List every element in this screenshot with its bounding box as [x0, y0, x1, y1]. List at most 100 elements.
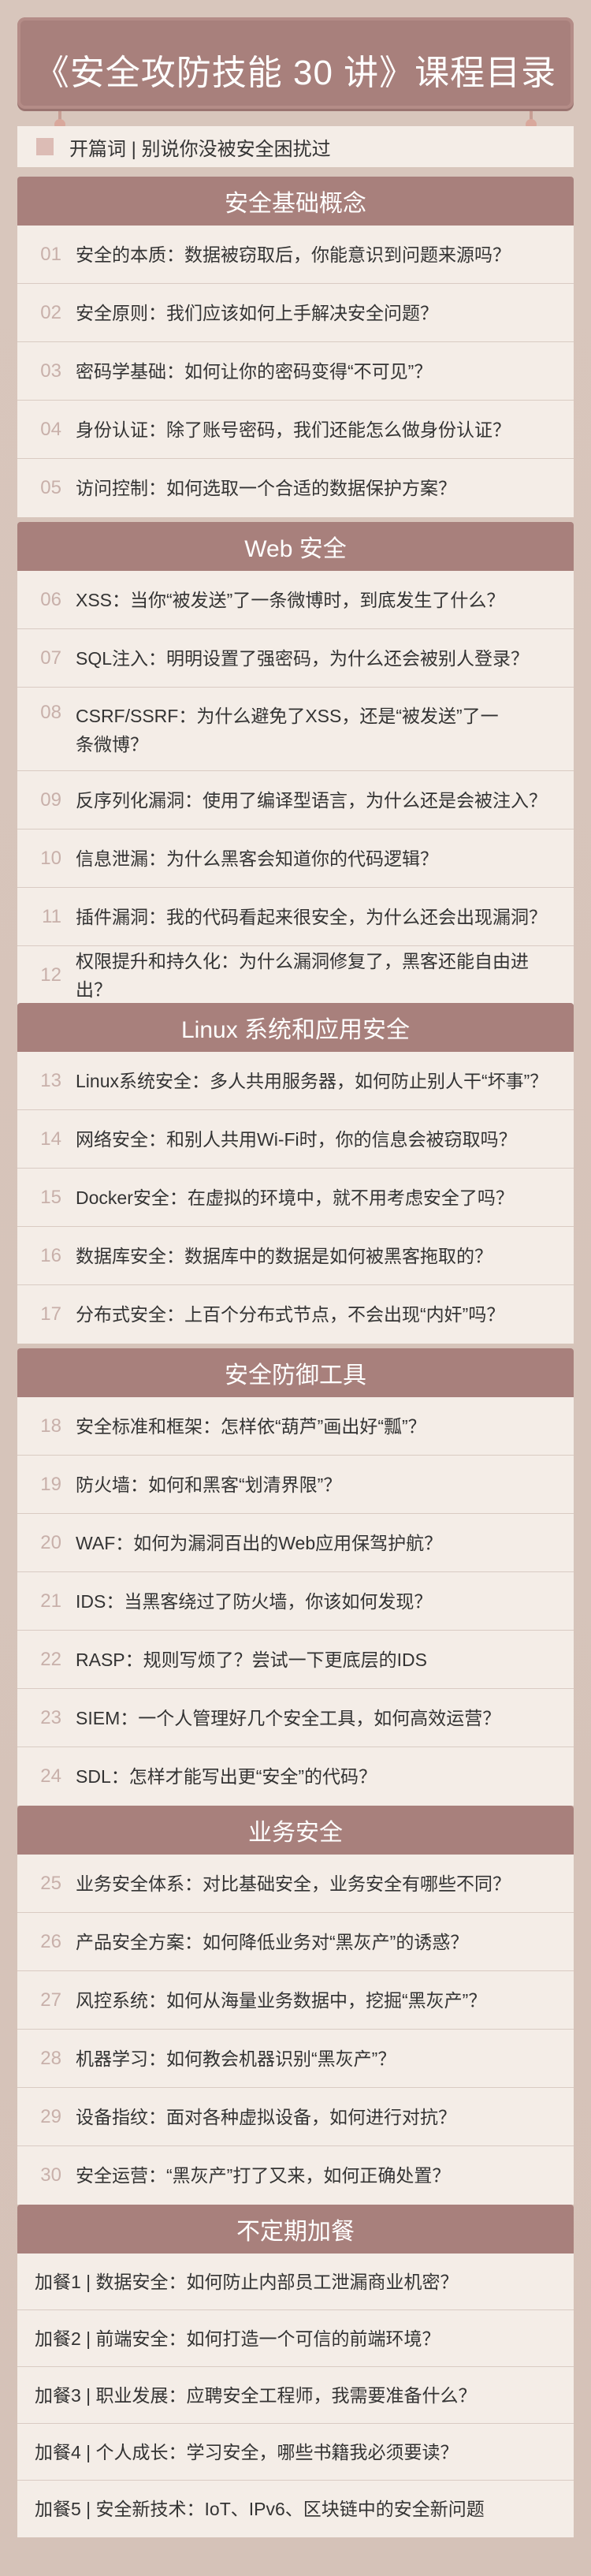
- section-title: 安全基础概念: [17, 177, 574, 226]
- lesson-number: 11: [42, 905, 61, 927]
- lesson-item[interactable]: 04 身份认证：除了账号密码，我们还能怎么做身份认证？: [17, 401, 574, 459]
- preface-text: 开篇词 | 别说你没被安全困扰过: [69, 138, 331, 160]
- lesson-item[interactable]: 03 密码学基础：如何让你的密码变得“不可见”？: [17, 342, 574, 401]
- lesson-item[interactable]: 19 防火墙：如何和黑客“划清界限”？: [17, 1456, 574, 1514]
- bonus-title: 加餐3 | 职业发展：应聘安全工程师，我需要准备什么？: [35, 2384, 477, 2406]
- lesson-item[interactable]: 07 SQL注入：明明设置了强密码，为什么还会被别人登录？: [17, 629, 574, 688]
- lesson-item[interactable]: 08 CSRF/SSRF：为什么避免了XSS，还是“被发送”了一条微博？: [17, 688, 574, 771]
- lesson-item[interactable]: 29 设备指纹：面对各种虚拟设备，如何进行对抗？: [17, 2088, 574, 2146]
- lesson-item[interactable]: 30 安全运营：“黑灰产”打了又来，如何正确处置？: [17, 2146, 574, 2205]
- section-title: 安全防御工具: [17, 1348, 574, 1397]
- lesson-number: 16: [40, 1244, 61, 1266]
- lesson-title: 插件漏洞：我的代码看起来很安全，为什么还会出现漏洞？: [76, 906, 547, 927]
- lesson-title: 机器学习：如何教会机器识别“黑灰产”？: [76, 2048, 396, 2069]
- lesson-title: 信息泄漏：为什么黑客会知道你的代码逻辑？: [76, 848, 438, 869]
- lesson-number: 17: [40, 1303, 61, 1325]
- course-title-banner: 《安全攻防技能 30 讲》课程目录: [17, 17, 574, 109]
- lesson-title: 安全运营：“黑灰产”打了又来，如何正确处置？: [76, 2165, 451, 2186]
- section-bonus-lessons: 不定期加餐 加餐1 | 数据安全：如何防止内部员工泄漏商业机密？ 加餐2 | 前…: [17, 2205, 574, 2537]
- bonus-title: 加餐5 | 安全新技术：IoT、IPv6、区块链中的安全新问题: [35, 2499, 485, 2519]
- lesson-title: XSS：当你“被发送”了一条微博时，到底发生了什么？: [76, 589, 505, 610]
- lesson-title: SDL：怎样才能写出更“安全”的代码？: [76, 1766, 377, 1787]
- section-title: 不定期加餐: [17, 2205, 574, 2254]
- lesson-number: 20: [40, 1531, 61, 1553]
- lesson-number: 27: [40, 1989, 61, 2011]
- lesson-item[interactable]: 16 数据库安全：数据库中的数据是如何被黑客拖取的？: [17, 1227, 574, 1285]
- lesson-item[interactable]: 25 业务安全体系：对比基础安全，业务安全有哪些不同？: [17, 1855, 574, 1913]
- lesson-item[interactable]: 10 信息泄漏：为什么黑客会知道你的代码逻辑？: [17, 829, 574, 888]
- section-web-security: Web 安全 06 XSS：当你“被发送”了一条微博时，到底发生了什么？ 07 SQ…: [17, 522, 574, 1005]
- lesson-title: 反序列化漏洞：使用了编译型语言，为什么还是会被注入？: [76, 789, 547, 811]
- lesson-item[interactable]: 17 分布式安全：上百个分布式节点，不会出现“内奸”吗？: [17, 1285, 574, 1344]
- lesson-number: 21: [40, 1590, 61, 1612]
- lesson-number: 30: [40, 2164, 61, 2186]
- lesson-title: Docker安全：在虚拟的环境中，就不用考虑安全了吗？: [76, 1187, 514, 1208]
- lesson-item[interactable]: 02 安全原则：我们应该如何上手解决安全问题？: [17, 284, 574, 342]
- section-linux-security: Linux 系统和应用安全 13 Linux系统安全：多人共用服务器，如何防止别人…: [17, 1003, 574, 1344]
- lesson-number: 24: [40, 1765, 61, 1787]
- lesson-item[interactable]: 12 权限提升和持久化：为什么漏洞修复了，黑客还能自由进出？: [17, 946, 574, 1005]
- lesson-item[interactable]: 13 Linux系统安全：多人共用服务器，如何防止别人干“坏事”？: [17, 1052, 574, 1110]
- preface-row[interactable]: 开篇词 | 别说你没被安全困扰过: [17, 126, 574, 167]
- course-title: 《安全攻防技能 30 讲》课程目录: [34, 54, 557, 92]
- lesson-item[interactable]: 15 Docker安全：在虚拟的环境中，就不用考虑安全了吗？: [17, 1169, 574, 1227]
- lesson-item[interactable]: 14 网络安全：和别人共用Wi-Fi时，你的信息会被窃取吗？: [17, 1110, 574, 1169]
- lesson-item[interactable]: 09 反序列化漏洞：使用了编译型语言，为什么还是会被注入？: [17, 771, 574, 829]
- bonus-item[interactable]: 加餐3 | 职业发展：应聘安全工程师，我需要准备什么？: [17, 2367, 574, 2424]
- lesson-number: 12: [40, 964, 61, 986]
- lesson-number: 18: [40, 1415, 61, 1437]
- bonus-item[interactable]: 加餐5 | 安全新技术：IoT、IPv6、区块链中的安全新问题: [17, 2481, 574, 2537]
- lesson-item[interactable]: 24 SDL：怎样才能写出更“安全”的代码？: [17, 1747, 574, 1806]
- section-title: Web 安全: [17, 522, 574, 571]
- lesson-title: SQL注入：明明设置了强密码，为什么还会被别人登录？: [76, 647, 530, 669]
- section-title: Linux 系统和应用安全: [17, 1003, 574, 1052]
- lesson-item[interactable]: 06 XSS：当你“被发送”了一条微博时，到底发生了什么？: [17, 571, 574, 629]
- lesson-number: 02: [40, 301, 61, 323]
- lesson-item[interactable]: 11 插件漏洞：我的代码看起来很安全，为什么还会出现漏洞？: [17, 888, 574, 946]
- lesson-item[interactable]: 05 访问控制：如何选取一个合适的数据保护方案？: [17, 459, 574, 517]
- lesson-item[interactable]: 01 安全的本质：数据被窃取后，你能意识到问题来源吗？: [17, 226, 574, 284]
- lesson-title: SIEM：一个人管理好几个安全工具，如何高效运营？: [76, 1707, 501, 1728]
- lesson-number: 26: [40, 1930, 61, 1952]
- lesson-number: 05: [40, 477, 61, 498]
- bonus-item[interactable]: 加餐4 | 个人成长：学习安全，哪些书籍我必须要读？: [17, 2424, 574, 2481]
- bonus-item[interactable]: 加餐1 | 数据安全：如何防止内部员工泄漏商业机密？: [17, 2254, 574, 2310]
- lesson-title: 分布式安全：上百个分布式节点，不会出现“内奸”吗？: [76, 1304, 505, 1325]
- lesson-title: 风控系统：如何从海量业务数据中，挖掘“黑灰产”？: [76, 1989, 487, 2011]
- lesson-title: 密码学基础：如何让你的密码变得“不可见”？: [76, 360, 433, 382]
- lesson-title: 安全的本质：数据被窃取后，你能意识到问题来源吗？: [76, 244, 511, 265]
- lesson-title: 安全标准和框架：怎样依“葫芦”画出好“瓢”？: [76, 1415, 426, 1437]
- lesson-number: 04: [40, 418, 61, 440]
- lesson-number: 07: [40, 647, 61, 669]
- lesson-item[interactable]: 18 安全标准和框架：怎样依“葫芦”画出好“瓢”？: [17, 1397, 574, 1456]
- lesson-item[interactable]: 26 产品安全方案：如何降低业务对“黑灰产”的诱惑？: [17, 1913, 574, 1971]
- bonus-item[interactable]: 加餐2 | 前端安全：如何打造一个可信的前端环境？: [17, 2310, 574, 2367]
- lesson-title: Linux系统安全：多人共用服务器，如何防止别人干“坏事”？: [76, 1070, 548, 1091]
- lesson-title: 安全原则：我们应该如何上手解决安全问题？: [76, 302, 438, 323]
- lesson-title: 网络安全：和别人共用Wi-Fi时，你的信息会被窃取吗？: [76, 1128, 517, 1150]
- lesson-number: 19: [40, 1473, 61, 1495]
- section-business-security: 业务安全 25 业务安全体系：对比基础安全，业务安全有哪些不同？ 26 产品安全方案…: [17, 1806, 574, 2205]
- lesson-item[interactable]: 28 机器学习：如何教会机器识别“黑灰产”？: [17, 2030, 574, 2088]
- lesson-item[interactable]: 22 RASP：规则写烦了？尝试一下更底层的IDS: [17, 1631, 574, 1689]
- lesson-number: 29: [40, 2105, 61, 2127]
- lesson-item[interactable]: 27 风控系统：如何从海量业务数据中，挖掘“黑灰产”？: [17, 1971, 574, 2030]
- bonus-title: 加餐4 | 个人成长：学习安全，哪些书籍我必须要读？: [35, 2441, 459, 2462]
- section-title: 业务安全: [17, 1806, 574, 1855]
- lesson-title: RASP：规则写烦了？尝试一下更底层的IDS: [76, 1649, 427, 1670]
- lesson-item[interactable]: 23 SIEM：一个人管理好几个安全工具，如何高效运营？: [17, 1689, 574, 1747]
- lesson-number: 10: [40, 847, 61, 869]
- section-defense-tools: 安全防御工具 18 安全标准和框架：怎样依“葫芦”画出好“瓢”？ 19 防火墙：如何…: [17, 1348, 574, 1806]
- lesson-title: 设备指纹：面对各种虚拟设备，如何进行对抗？: [76, 2106, 456, 2127]
- lesson-number: 22: [40, 1648, 61, 1670]
- bonus-title: 加餐2 | 前端安全：如何打造一个可信的前端环境？: [35, 2328, 440, 2349]
- lesson-number: 23: [40, 1706, 61, 1728]
- lesson-title: 身份认证：除了账号密码，我们还能怎么做身份认证？: [76, 419, 511, 440]
- course-catalog-page: 《安全攻防技能 30 讲》课程目录 开篇词 | 别说你没被安全困扰过 安全基础概…: [0, 0, 591, 2576]
- lesson-item[interactable]: 21 IDS：当黑客绕过了防火墙，你该如何发现？: [17, 1572, 574, 1631]
- section-security-basics: 安全基础概念 01 安全的本质：数据被窃取后，你能意识到问题来源吗？ 02 安全原则…: [17, 177, 574, 517]
- lesson-number: 06: [40, 588, 61, 610]
- lesson-item[interactable]: 20 WAF：如何为漏洞百出的Web应用保驾护航？: [17, 1514, 574, 1572]
- lesson-number: 14: [40, 1128, 61, 1150]
- preface-bullet-icon: [36, 138, 54, 155]
